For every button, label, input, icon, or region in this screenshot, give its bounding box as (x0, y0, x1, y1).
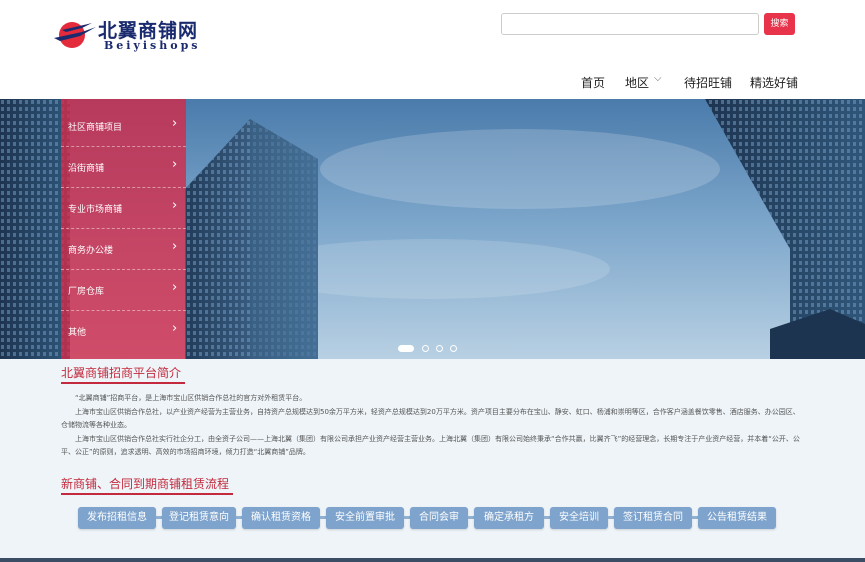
nav-pending-shops[interactable]: 待招旺铺 (684, 74, 732, 92)
carousel-dot-3[interactable] (436, 345, 443, 352)
side-item-label: 社区商铺项目 (68, 123, 123, 133)
side-item-label: 厂房仓库 (68, 287, 105, 297)
side-item-label: 商务办公楼 (68, 246, 114, 256)
chevron-right-icon: › (172, 157, 178, 172)
chevron-right-icon: › (172, 198, 178, 213)
intro-title-underline (61, 382, 185, 384)
carousel-dot-4[interactable] (450, 345, 457, 352)
site-header: 北翼商铺网 Beiyishops 搜索 首页 地区 ⌵ 待招旺铺 精选好铺 (0, 0, 865, 100)
intro-title: 北翼商铺招商平台简介 (61, 366, 182, 380)
nav-home[interactable]: 首页 (581, 74, 605, 92)
side-item-community-shops[interactable]: 社区商铺项目 › (61, 106, 186, 147)
side-item-label: 沿街商铺 (68, 164, 105, 174)
step-safety-approval[interactable]: 安全前置审批 (326, 507, 404, 529)
intro-text: “北翼商铺”招商平台，是上海市宝山区供销合作总社的官方对外租赁平台。 上海市宝山… (61, 392, 801, 460)
search-button[interactable]: 搜索 (764, 13, 795, 35)
intro-paragraph: 上海市宝山区供销合作总社实行社企分工，由全资子公司——上海北翼（集团）有限公司承… (61, 434, 800, 457)
side-item-label: 专业市场商铺 (68, 205, 123, 215)
logo-subtitle: Beiyishops (104, 39, 201, 52)
side-item-label: 其他 (68, 328, 87, 338)
process-title: 新商铺、合同到期商铺租赁流程 (61, 477, 230, 491)
chevron-right-icon: › (172, 280, 178, 295)
side-item-office-buildings[interactable]: 商务办公楼 › (61, 229, 186, 270)
chevron-down-icon[interactable]: ⌵ (654, 73, 662, 84)
step-contract-review[interactable]: 合同会审 (410, 507, 468, 529)
intro-paragraph: “北翼商铺”招商平台，是上海市宝山区供销合作总社的官方对外租赁平台。 (75, 394, 307, 402)
step-sign-contract[interactable]: 签订租赁合同 (614, 507, 692, 529)
category-side-menu: 社区商铺项目 › 沿街商铺 › 专业市场商铺 › 商务办公楼 › 厂房仓库 › … (61, 99, 186, 359)
side-item-warehouses[interactable]: 厂房仓库 › (61, 270, 186, 311)
carousel-dot-2[interactable] (422, 345, 429, 352)
side-item-other[interactable]: 其他 › (61, 311, 186, 352)
side-item-street-shops[interactable]: 沿街商铺 › (61, 147, 186, 188)
chevron-right-icon: › (172, 116, 178, 131)
carousel-dot-1[interactable] (398, 345, 414, 352)
content-area (0, 359, 865, 562)
intro-paragraph: 上海市宝山区供销合作总社，以产业资产经营为主营业务，自持资产总规模达到50余万平… (61, 407, 800, 430)
site-logo[interactable]: 北翼商铺网 Beiyishops (52, 14, 212, 54)
search-input[interactable] (501, 13, 759, 35)
step-confirm-qualification[interactable]: 确认租赁资格 (242, 507, 320, 529)
step-publish[interactable]: 发布招租信息 (78, 507, 156, 529)
step-register[interactable]: 登记租赁意向 (162, 507, 236, 529)
nav-selected-shops[interactable]: 精选好铺 (750, 74, 798, 92)
footer-bar (0, 558, 865, 562)
nav-region[interactable]: 地区 (625, 74, 649, 92)
step-determine-tenant[interactable]: 确定承租方 (474, 507, 544, 529)
side-item-market-shops[interactable]: 专业市场商铺 › (61, 188, 186, 229)
logo-mark-icon (54, 22, 96, 48)
chevron-right-icon: › (172, 321, 178, 336)
process-title-underline (61, 493, 233, 495)
step-safety-training[interactable]: 安全培训 (550, 507, 608, 529)
step-announce-result[interactable]: 公告租赁结果 (698, 507, 776, 529)
chevron-right-icon: › (172, 239, 178, 254)
